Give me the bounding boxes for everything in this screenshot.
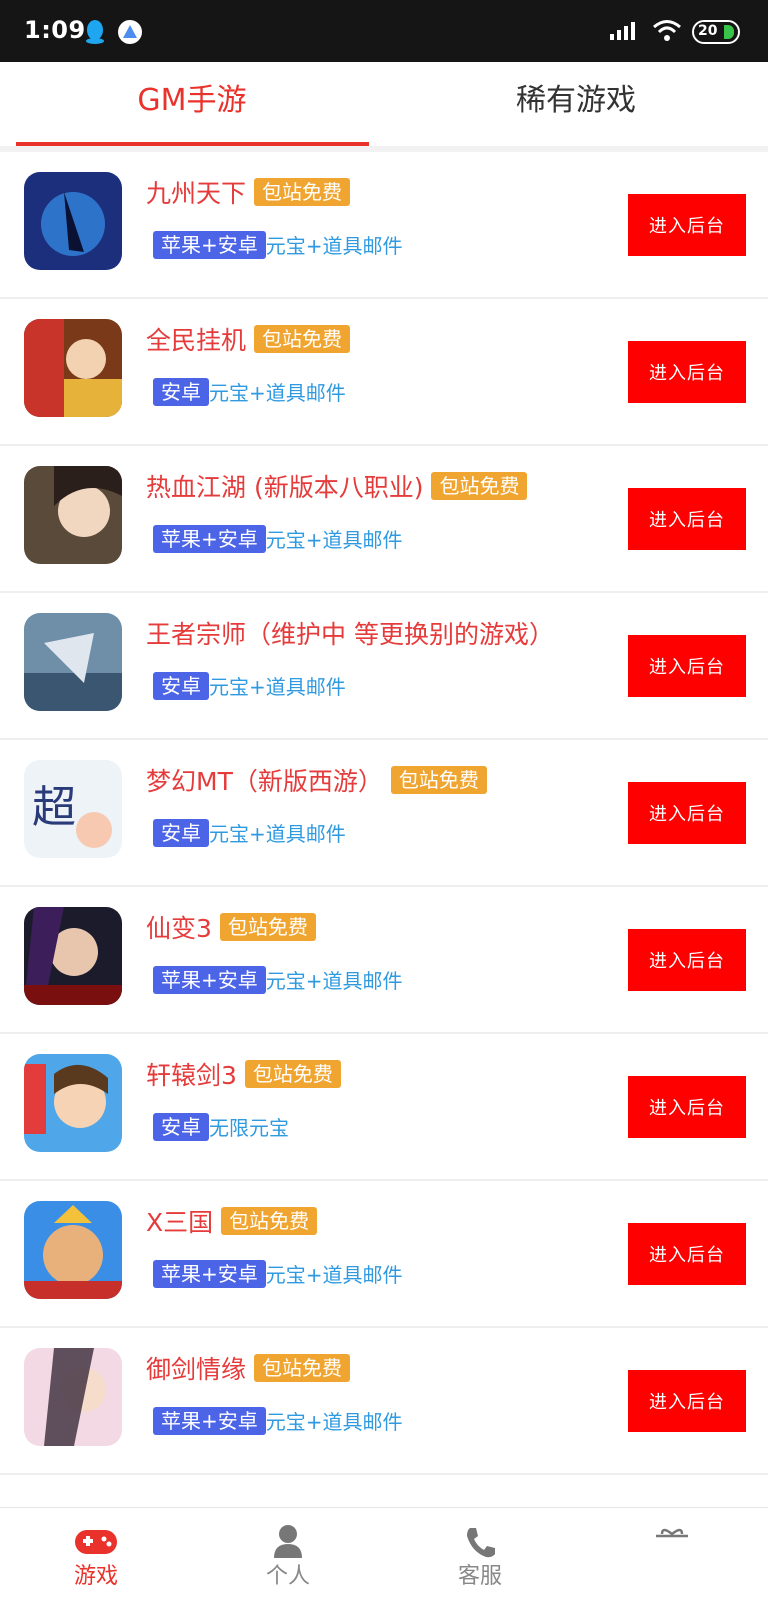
game-title[interactable]: 热血江湖 (新版本八职业)	[146, 473, 423, 502]
game-title[interactable]: 仙变3	[146, 914, 212, 943]
perks-text: 元宝+道具邮件	[265, 234, 403, 258]
nav-label: 客服	[457, 1564, 502, 1589]
platform-badge: 苹果+安卓	[153, 965, 266, 994]
game-icon	[24, 172, 122, 270]
free-badge: 包站免费	[254, 1354, 351, 1382]
enter-backend-button[interactable]: 进入后台	[628, 782, 746, 844]
enter-backend-button[interactable]: 进入后台	[628, 1223, 746, 1285]
game-icon	[24, 613, 122, 711]
game-icon	[24, 1054, 122, 1152]
list-item: X三国 包站免费 苹果+安卓 元宝+道具邮件 进入后台	[0, 1181, 768, 1328]
platform-badge: 安卓	[153, 377, 209, 406]
battery-icon: 20	[692, 20, 740, 44]
free-badge: 包站免费	[244, 1060, 341, 1088]
list-item: 王者宗师（维护中 等更换别的游戏） 安卓 元宝+道具邮件 进入后台	[0, 593, 768, 740]
platform-badge: 安卓	[153, 818, 209, 847]
app-notification-icon	[118, 20, 142, 44]
free-badge: 包站免费	[219, 913, 316, 941]
game-title[interactable]: 九州天下	[146, 179, 246, 208]
enter-backend-button[interactable]: 进入后台	[628, 635, 746, 697]
perks-text: 元宝+道具邮件	[265, 528, 403, 552]
platform-badge: 安卓	[153, 671, 209, 700]
signal-icon	[610, 20, 642, 46]
nav-games[interactable]: 游戏	[0, 1508, 192, 1600]
tab-bar: GM手游 稀有游戏	[0, 62, 768, 152]
perks-text: 无限元宝	[209, 1116, 289, 1140]
perks-text: 元宝+道具邮件	[209, 675, 346, 699]
nav-gift[interactable]	[576, 1508, 768, 1600]
nav-label: 游戏	[73, 1564, 118, 1589]
perks-text: 元宝+道具邮件	[265, 1410, 403, 1434]
perks-text: 元宝+道具邮件	[209, 381, 346, 405]
person-icon	[264, 1524, 312, 1560]
list-item: 九州天下 包站免费 苹果+安卓 元宝+道具邮件 进入后台	[0, 152, 768, 299]
status-time: 1:09	[24, 16, 86, 44]
game-title[interactable]: X三国	[146, 1208, 213, 1237]
game-list: 九州天下 包站免费 苹果+安卓 元宝+道具邮件 进入后台 全民挂机 包站免费 安卓 元宝…	[0, 152, 768, 1475]
list-item: 全民挂机 包站免费 安卓 元宝+道具邮件 进入后台	[0, 299, 768, 446]
list-item: 仙变3 包站免费 苹果+安卓 元宝+道具邮件 进入后台	[0, 887, 768, 1034]
tab-gm-games[interactable]: GM手游	[0, 62, 384, 146]
tab-rare-games[interactable]: 稀有游戏	[384, 62, 768, 146]
gamepad-icon	[72, 1524, 120, 1560]
list-item: 热血江湖 (新版本八职业) 包站免费 苹果+安卓 元宝+道具邮件 进入后台	[0, 446, 768, 593]
game-icon	[24, 466, 122, 564]
game-title[interactable]: 轩辕剑3	[146, 1061, 237, 1090]
list-item: 轩辕剑3 包站免费 安卓 无限元宝 进入后台	[0, 1034, 768, 1181]
platform-badge: 苹果+安卓	[153, 230, 266, 259]
enter-backend-button[interactable]: 进入后台	[628, 194, 746, 256]
gift-icon	[648, 1524, 696, 1560]
free-badge: 包站免费	[254, 178, 351, 206]
wifi-icon	[652, 18, 682, 48]
perks-text: 元宝+道具邮件	[265, 1263, 403, 1287]
nav-service[interactable]: 客服	[384, 1508, 576, 1600]
enter-backend-button[interactable]: 进入后台	[628, 341, 746, 403]
free-badge: 包站免费	[431, 472, 528, 500]
platform-badge: 安卓	[153, 1112, 209, 1141]
free-badge: 包站免费	[221, 1207, 318, 1235]
perks-text: 元宝+道具邮件	[209, 822, 346, 846]
perks-text: 元宝+道具邮件	[265, 969, 403, 993]
free-badge: 包站免费	[254, 325, 351, 353]
bottom-nav: 游戏 个人 客服	[0, 1507, 768, 1600]
game-icon	[24, 1201, 122, 1299]
platform-badge: 苹果+安卓	[153, 524, 266, 553]
nav-profile[interactable]: 个人	[192, 1508, 384, 1600]
game-title[interactable]: 全民挂机	[146, 326, 246, 355]
game-title[interactable]: 王者宗师（维护中 等更换别的游戏）	[146, 620, 554, 649]
platform-badge: 苹果+安卓	[153, 1406, 266, 1435]
enter-backend-button[interactable]: 进入后台	[628, 488, 746, 550]
nav-label: 个人	[265, 1564, 310, 1589]
free-badge: 包站免费	[390, 766, 487, 794]
enter-backend-button[interactable]: 进入后台	[628, 1076, 746, 1138]
enter-backend-button[interactable]: 进入后台	[628, 1370, 746, 1432]
svg-text:超: 超	[32, 782, 76, 833]
platform-badge: 苹果+安卓	[153, 1259, 266, 1288]
list-item: 超 梦幻MT（新版西游） 包站免费 安卓 元宝+道具邮件 进入后台	[0, 740, 768, 887]
game-icon	[24, 1348, 122, 1446]
game-icon: 超	[24, 760, 122, 858]
status-bar: 1:09 20	[0, 0, 768, 62]
game-title[interactable]: 梦幻MT（新版西游）	[146, 767, 383, 796]
battery-level: 20	[698, 23, 718, 39]
list-item: 御剑情缘 包站免费 苹果+安卓 元宝+道具邮件 进入后台	[0, 1328, 768, 1475]
enter-backend-button[interactable]: 进入后台	[628, 929, 746, 991]
game-title[interactable]: 御剑情缘	[146, 1355, 246, 1384]
qq-icon	[84, 19, 106, 49]
game-icon	[24, 907, 122, 1005]
game-icon	[24, 319, 122, 417]
phone-icon	[456, 1524, 504, 1560]
